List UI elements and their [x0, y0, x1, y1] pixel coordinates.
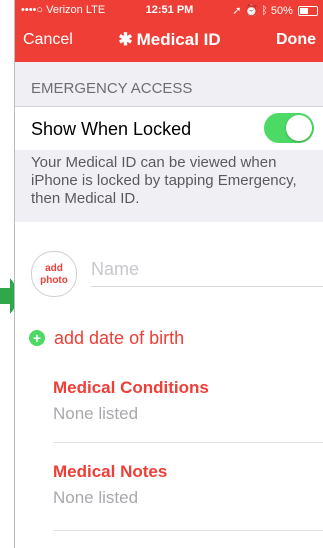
- show-when-locked-row: Show When Locked: [15, 106, 323, 151]
- emergency-access-header: EMERGENCY ACCESS: [15, 62, 323, 106]
- phone-screen: ••••○ Verizon LTE 12:51 PM ➚ ⏰ ᛒ 50% Can…: [14, 0, 323, 548]
- battery-icon: [298, 6, 318, 17]
- nav-title-text: Medical ID: [136, 30, 221, 49]
- done-button[interactable]: Done: [276, 31, 316, 49]
- add-photo-line2: photo: [40, 275, 68, 286]
- show-when-locked-toggle[interactable]: [264, 113, 314, 143]
- status-bar: ••••○ Verizon LTE 12:51 PM ➚ ⏰ ᛒ 50%: [15, 0, 323, 20]
- status-right: ➚ ⏰ ᛒ 50%: [232, 4, 318, 17]
- top-bar: ••••○ Verizon LTE 12:51 PM ➚ ⏰ ᛒ 50% Can…: [15, 0, 323, 62]
- medical-id-card: add photo Name + add date of birth Medic…: [15, 226, 323, 548]
- show-when-locked-label: Show When Locked: [31, 119, 192, 139]
- alarm-icon: ⏰: [244, 5, 259, 17]
- description-text: Your Medical ID can be viewed when iPhon…: [31, 154, 297, 207]
- nav-bar: Cancel ✱ Medical ID Done: [15, 22, 323, 56]
- section-header-label: EMERGENCY ACCESS: [31, 80, 193, 97]
- plus-icon: +: [29, 330, 45, 346]
- medical-conditions-value[interactable]: None listed: [53, 404, 138, 424]
- toggle-knob: [286, 115, 312, 141]
- name-input[interactable]: Name: [91, 259, 139, 280]
- name-underline: [91, 286, 323, 287]
- add-photo-button[interactable]: add photo: [31, 251, 77, 297]
- add-dob-label: add date of birth: [54, 328, 185, 348]
- battery-percent: 50%: [270, 5, 293, 17]
- location-icon: ➚: [232, 5, 242, 17]
- medical-notes-title[interactable]: Medical Notes: [53, 462, 167, 482]
- divider: [53, 442, 323, 443]
- divider: [53, 530, 323, 531]
- add-photo-line1: add: [45, 263, 63, 274]
- medical-conditions-title[interactable]: Medical Conditions: [53, 378, 209, 398]
- emergency-description: Your Medical ID can be viewed when iPhon…: [15, 150, 323, 222]
- asterisk-icon: ✱: [118, 30, 133, 49]
- bluetooth-icon: ᛒ: [261, 5, 268, 17]
- medical-notes-value[interactable]: None listed: [53, 488, 138, 508]
